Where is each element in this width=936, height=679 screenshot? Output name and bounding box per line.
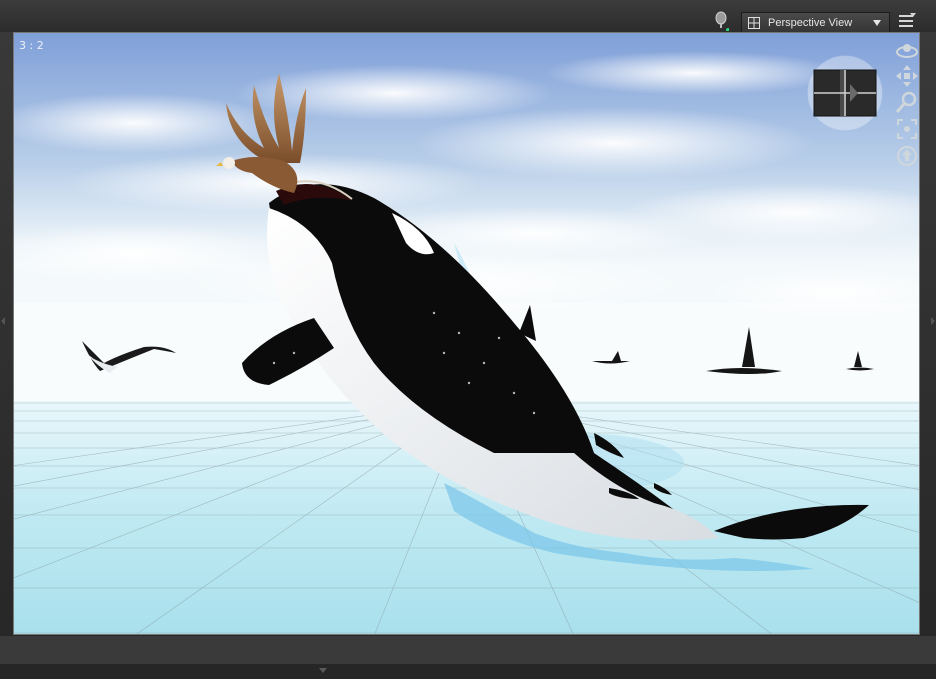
view-selector-dropdown[interactable]: Perspective View	[741, 12, 890, 33]
pin-icon[interactable]	[713, 11, 729, 31]
3d-viewport[interactable]: 3 : 2	[13, 32, 920, 635]
view-cube-icon[interactable]	[806, 54, 884, 132]
aspect-ratio-label: 3 : 2	[19, 39, 44, 52]
scene-render	[14, 33, 919, 634]
chevron-down-icon	[873, 19, 881, 26]
frame-selection-icon[interactable]	[895, 117, 919, 141]
viewport-options-icon[interactable]	[898, 13, 916, 29]
view-selector-label: Perspective View	[768, 16, 853, 29]
right-collapse-handle-icon[interactable]	[930, 316, 936, 326]
orbit-icon[interactable]	[895, 38, 919, 62]
resize-handle-icon[interactable]	[318, 666, 328, 676]
reset-view-icon[interactable]	[895, 144, 919, 168]
viewport-layout-icon	[748, 16, 760, 29]
bottom-shelf	[0, 636, 936, 664]
zoom-icon[interactable]	[895, 90, 919, 114]
pan-icon[interactable]	[895, 64, 919, 88]
left-collapse-handle-icon[interactable]	[0, 316, 6, 326]
